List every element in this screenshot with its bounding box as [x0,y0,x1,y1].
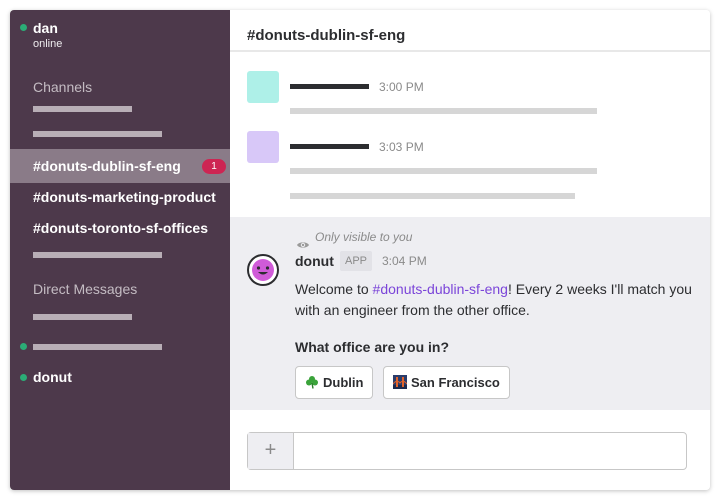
message-text-placeholder [290,108,597,114]
message-text-placeholder [290,193,575,199]
app-tag: APP [340,251,373,271]
channel-title[interactable]: #donuts-dublin-sf-eng [230,10,710,52]
channel-label: #donuts-toronto-sf-offices [33,220,208,236]
main-pane: #donuts-dublin-sf-eng 3:00 PM 3:03 PM On… [230,10,710,490]
channel-placeholder[interactable] [33,252,162,258]
bot-message-text: Welcome to #donuts-dublin-sf-eng! Every … [295,279,695,321]
sidebar-channel-donuts-marketing-product[interactable]: #donuts-marketing-product [10,180,230,214]
sender-name-placeholder[interactable] [290,84,369,89]
channel-placeholder[interactable] [33,131,162,137]
app-window: dan online Channels #donuts-dublin-sf-en… [10,10,710,490]
office-question: What office are you in? [295,339,450,355]
eye-icon [297,242,309,248]
message-time[interactable]: 3:03 PM [379,140,424,154]
sender-name-placeholder[interactable] [290,144,369,149]
unread-badge: 1 [202,159,226,174]
button-label: Dublin [323,375,364,390]
user-presence-dot [20,24,27,31]
san-francisco-button[interactable]: San Francisco [383,366,510,399]
message-text: Welcome to [295,281,373,297]
channels-section-title[interactable]: Channels [33,79,92,95]
dm-section-title[interactable]: Direct Messages [33,281,137,297]
sidebar-dm-donut[interactable]: donut [10,360,230,394]
channel-placeholder[interactable] [33,106,132,112]
message-composer: + [247,432,687,470]
message-time[interactable]: 3:00 PM [379,80,424,94]
add-attachment-button[interactable]: + [248,433,294,469]
message-time[interactable]: 3:04 PM [382,254,427,268]
button-label: San Francisco [411,375,500,390]
avatar[interactable] [247,131,279,163]
user-status: online [33,38,63,50]
channel-label: #donuts-marketing-product [33,189,216,205]
channel-label: #donuts-dublin-sf-eng [33,158,181,174]
message-input[interactable] [295,433,686,469]
channel-link[interactable]: #donuts-dublin-sf-eng [373,281,508,297]
avatar[interactable] [247,71,279,103]
golden-gate-icon [393,375,407,389]
sidebar-channel-donuts-toronto-sf-offices[interactable]: #donuts-toronto-sf-offices [10,211,230,245]
bot-sender-name[interactable]: donut [295,253,334,269]
dm-presence-dot [20,343,27,350]
message-text-placeholder [290,168,597,174]
dublin-button[interactable]: Dublin [295,366,374,399]
shamrock-icon [306,376,318,389]
sidebar: dan online Channels #donuts-dublin-sf-en… [10,10,230,490]
visibility-note: Only visible to you [315,230,413,244]
dm-placeholder[interactable] [33,344,162,350]
donut-avatar-icon[interactable] [247,254,279,286]
dm-label: donut [33,369,72,385]
dm-placeholder[interactable] [33,314,132,320]
sidebar-channel-donuts-dublin-sf-eng[interactable]: #donuts-dublin-sf-eng 1 [10,149,230,183]
user-name[interactable]: dan [33,20,58,36]
bot-message: Only visible to you donut APP 3:04 PM We… [230,217,710,410]
